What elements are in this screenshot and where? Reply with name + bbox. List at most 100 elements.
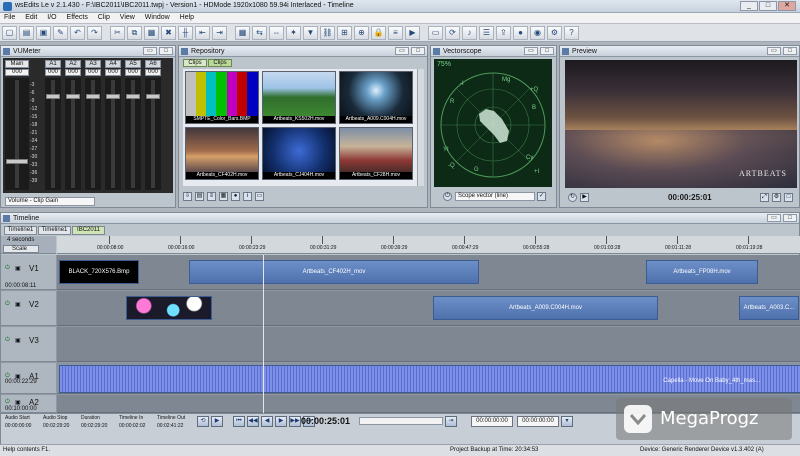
- preview-fullscreen-button[interactable]: □: [784, 193, 793, 202]
- sync-icon[interactable]: ⟳: [445, 25, 460, 40]
- panel-max-button[interactable]: □: [159, 47, 173, 55]
- menu-clip[interactable]: Clip: [94, 13, 114, 22]
- close-button[interactable]: ✕: [778, 1, 796, 11]
- link-icon[interactable]: ⛓: [320, 25, 335, 40]
- timeline-scale-select[interactable]: Scale: [3, 245, 39, 253]
- vectorscope-mode-select[interactable]: Scope vector (line): [455, 192, 535, 201]
- vumeter-fader-knob[interactable]: [46, 94, 60, 99]
- track-power-icon[interactable]: ⏻: [5, 337, 10, 344]
- vectorscope-power-button[interactable]: ⏻: [443, 192, 452, 201]
- loop-button[interactable]: ⟲: [197, 416, 209, 427]
- cut-icon[interactable]: ✂: [110, 25, 125, 40]
- vumeter-fader-knob[interactable]: [126, 94, 140, 99]
- menu-effects[interactable]: Effects: [63, 13, 92, 22]
- repository-clip[interactable]: Artbeats_CF402H.mov: [185, 127, 259, 180]
- transport-in-box[interactable]: 00:00:00:00: [471, 416, 513, 427]
- panel-restore-button[interactable]: ▭: [395, 47, 409, 55]
- maximize-button[interactable]: □: [759, 1, 777, 11]
- export-icon[interactable]: ⇪: [496, 25, 511, 40]
- play-button[interactable]: ▶: [211, 416, 223, 427]
- vumeter-fader-a6[interactable]: [145, 78, 161, 190]
- vumeter-fader-a2[interactable]: [65, 78, 81, 190]
- new-icon[interactable]: ▢: [2, 25, 17, 40]
- transport-out-box[interactable]: 00:00:00:00: [517, 416, 559, 427]
- track-header-v2[interactable]: ⏻ ▣ V2: [1, 291, 56, 326]
- track-header-v3[interactable]: ⏻ ▣ V3: [1, 327, 56, 362]
- preview-play-button[interactable]: ▶: [580, 193, 589, 202]
- timeline-ruler[interactable]: 00:00:08:00 00:00:16:00 00:00:23:29 00:00:3…: [57, 236, 800, 254]
- transport-menu-button[interactable]: ▾: [561, 416, 573, 427]
- vumeter-fader-a4[interactable]: [105, 78, 121, 190]
- copy-icon[interactable]: ⧉: [127, 25, 142, 40]
- menu-edit[interactable]: Edit: [21, 13, 41, 22]
- grid-icon[interactable]: ▦: [219, 192, 228, 201]
- slip-icon[interactable]: ⇔: [269, 25, 284, 40]
- timeline-playhead[interactable]: [263, 255, 264, 413]
- lock-icon[interactable]: 🔒: [371, 25, 386, 40]
- vumeter-fader-main[interactable]: [5, 78, 29, 190]
- timeline-clip[interactable]: Artbeats_CF402H_mov: [189, 260, 479, 284]
- settings-icon[interactable]: ⚙: [547, 25, 562, 40]
- panel-restore-button[interactable]: ▭: [767, 47, 781, 55]
- record-icon[interactable]: ●: [231, 192, 240, 201]
- import-icon[interactable]: ⇩: [183, 192, 192, 201]
- menu-help[interactable]: Help: [176, 13, 198, 22]
- go-start-button[interactable]: ⏮: [233, 416, 245, 427]
- repository-tab-2[interactable]: Clips: [208, 59, 232, 67]
- timeline-clip[interactable]: Artbeats_A003.C...: [739, 296, 799, 320]
- vumeter-fader-a3[interactable]: [85, 78, 101, 190]
- ripple-icon[interactable]: ⇆: [252, 25, 267, 40]
- play-forward-button[interactable]: ▶: [275, 416, 287, 427]
- wrench-icon[interactable]: ✎: [53, 25, 68, 40]
- panel-max-button[interactable]: □: [540, 47, 554, 55]
- track-lock-icon[interactable]: ▣: [15, 301, 21, 308]
- zoom-icon[interactable]: ⊕: [354, 25, 369, 40]
- mark-out-icon[interactable]: ⇥: [212, 25, 227, 40]
- menu-io[interactable]: I/O: [43, 13, 60, 22]
- panel-max-button[interactable]: □: [411, 47, 425, 55]
- menu-window[interactable]: Window: [141, 13, 174, 22]
- step-back-button[interactable]: ◀: [261, 416, 273, 427]
- vumeter-fader-a1[interactable]: [45, 78, 61, 190]
- track-icon[interactable]: ≡: [388, 25, 403, 40]
- vumeter-fader-knob[interactable]: [86, 94, 100, 99]
- panel-restore-button[interactable]: ▭: [143, 47, 157, 55]
- panel-max-button[interactable]: □: [783, 47, 797, 55]
- track-power-icon[interactable]: ⏻: [5, 301, 10, 308]
- track-power-icon[interactable]: ⏻: [5, 265, 10, 272]
- timeline-tab-1[interactable]: Timeline1: [4, 226, 37, 235]
- info-icon[interactable]: i: [243, 192, 252, 201]
- preview-loop-button[interactable]: ↻: [568, 193, 577, 202]
- monitor-icon[interactable]: ▭: [428, 25, 443, 40]
- vumeter-mode-select[interactable]: Volume - Clip Gain: [5, 197, 95, 206]
- mixer-icon[interactable]: ☰: [479, 25, 494, 40]
- record-icon[interactable]: ◉: [530, 25, 545, 40]
- preview-zoom-button[interactable]: ⤢: [760, 193, 769, 202]
- panel-restore-button[interactable]: ▭: [524, 47, 538, 55]
- list-icon[interactable]: ≡: [207, 192, 216, 201]
- track-lock-icon[interactable]: ▣: [15, 337, 21, 344]
- split-icon[interactable]: ╫: [178, 25, 193, 40]
- vumeter-fader-a5[interactable]: [125, 78, 141, 190]
- folder-icon[interactable]: ▤: [195, 192, 204, 201]
- audio-icon[interactable]: ♪: [462, 25, 477, 40]
- transport-shuttle-bar[interactable]: [359, 417, 443, 425]
- undo-icon[interactable]: ↶: [70, 25, 85, 40]
- track-lock-icon[interactable]: ▣: [15, 265, 21, 272]
- rewind-button[interactable]: ◀◀: [247, 416, 259, 427]
- repository-clip[interactable]: Artbeats_A009.C004H.mov: [339, 71, 413, 124]
- repository-clip[interactable]: Artbeats_KS502H.mov: [262, 71, 336, 124]
- marker-icon[interactable]: ▼: [303, 25, 318, 40]
- timeline-tab-2[interactable]: Timeline1: [38, 226, 71, 235]
- save-icon[interactable]: ▣: [36, 25, 51, 40]
- timeline-clip[interactable]: [126, 296, 212, 320]
- fast-forward-button[interactable]: ▶▶: [289, 416, 301, 427]
- menu-file[interactable]: File: [0, 13, 19, 22]
- paste-icon[interactable]: ▦: [144, 25, 159, 40]
- repository-clip[interactable]: SMPTE_Color_Bars.BMP: [185, 71, 259, 124]
- capture-icon[interactable]: ●: [513, 25, 528, 40]
- timeline-clip[interactable]: Capella - Move On Baby_4th_mas...: [59, 365, 800, 393]
- panel-restore-button[interactable]: ▭: [767, 214, 781, 222]
- open-icon[interactable]: ▤: [19, 25, 34, 40]
- vumeter-fader-knob[interactable]: [6, 159, 28, 164]
